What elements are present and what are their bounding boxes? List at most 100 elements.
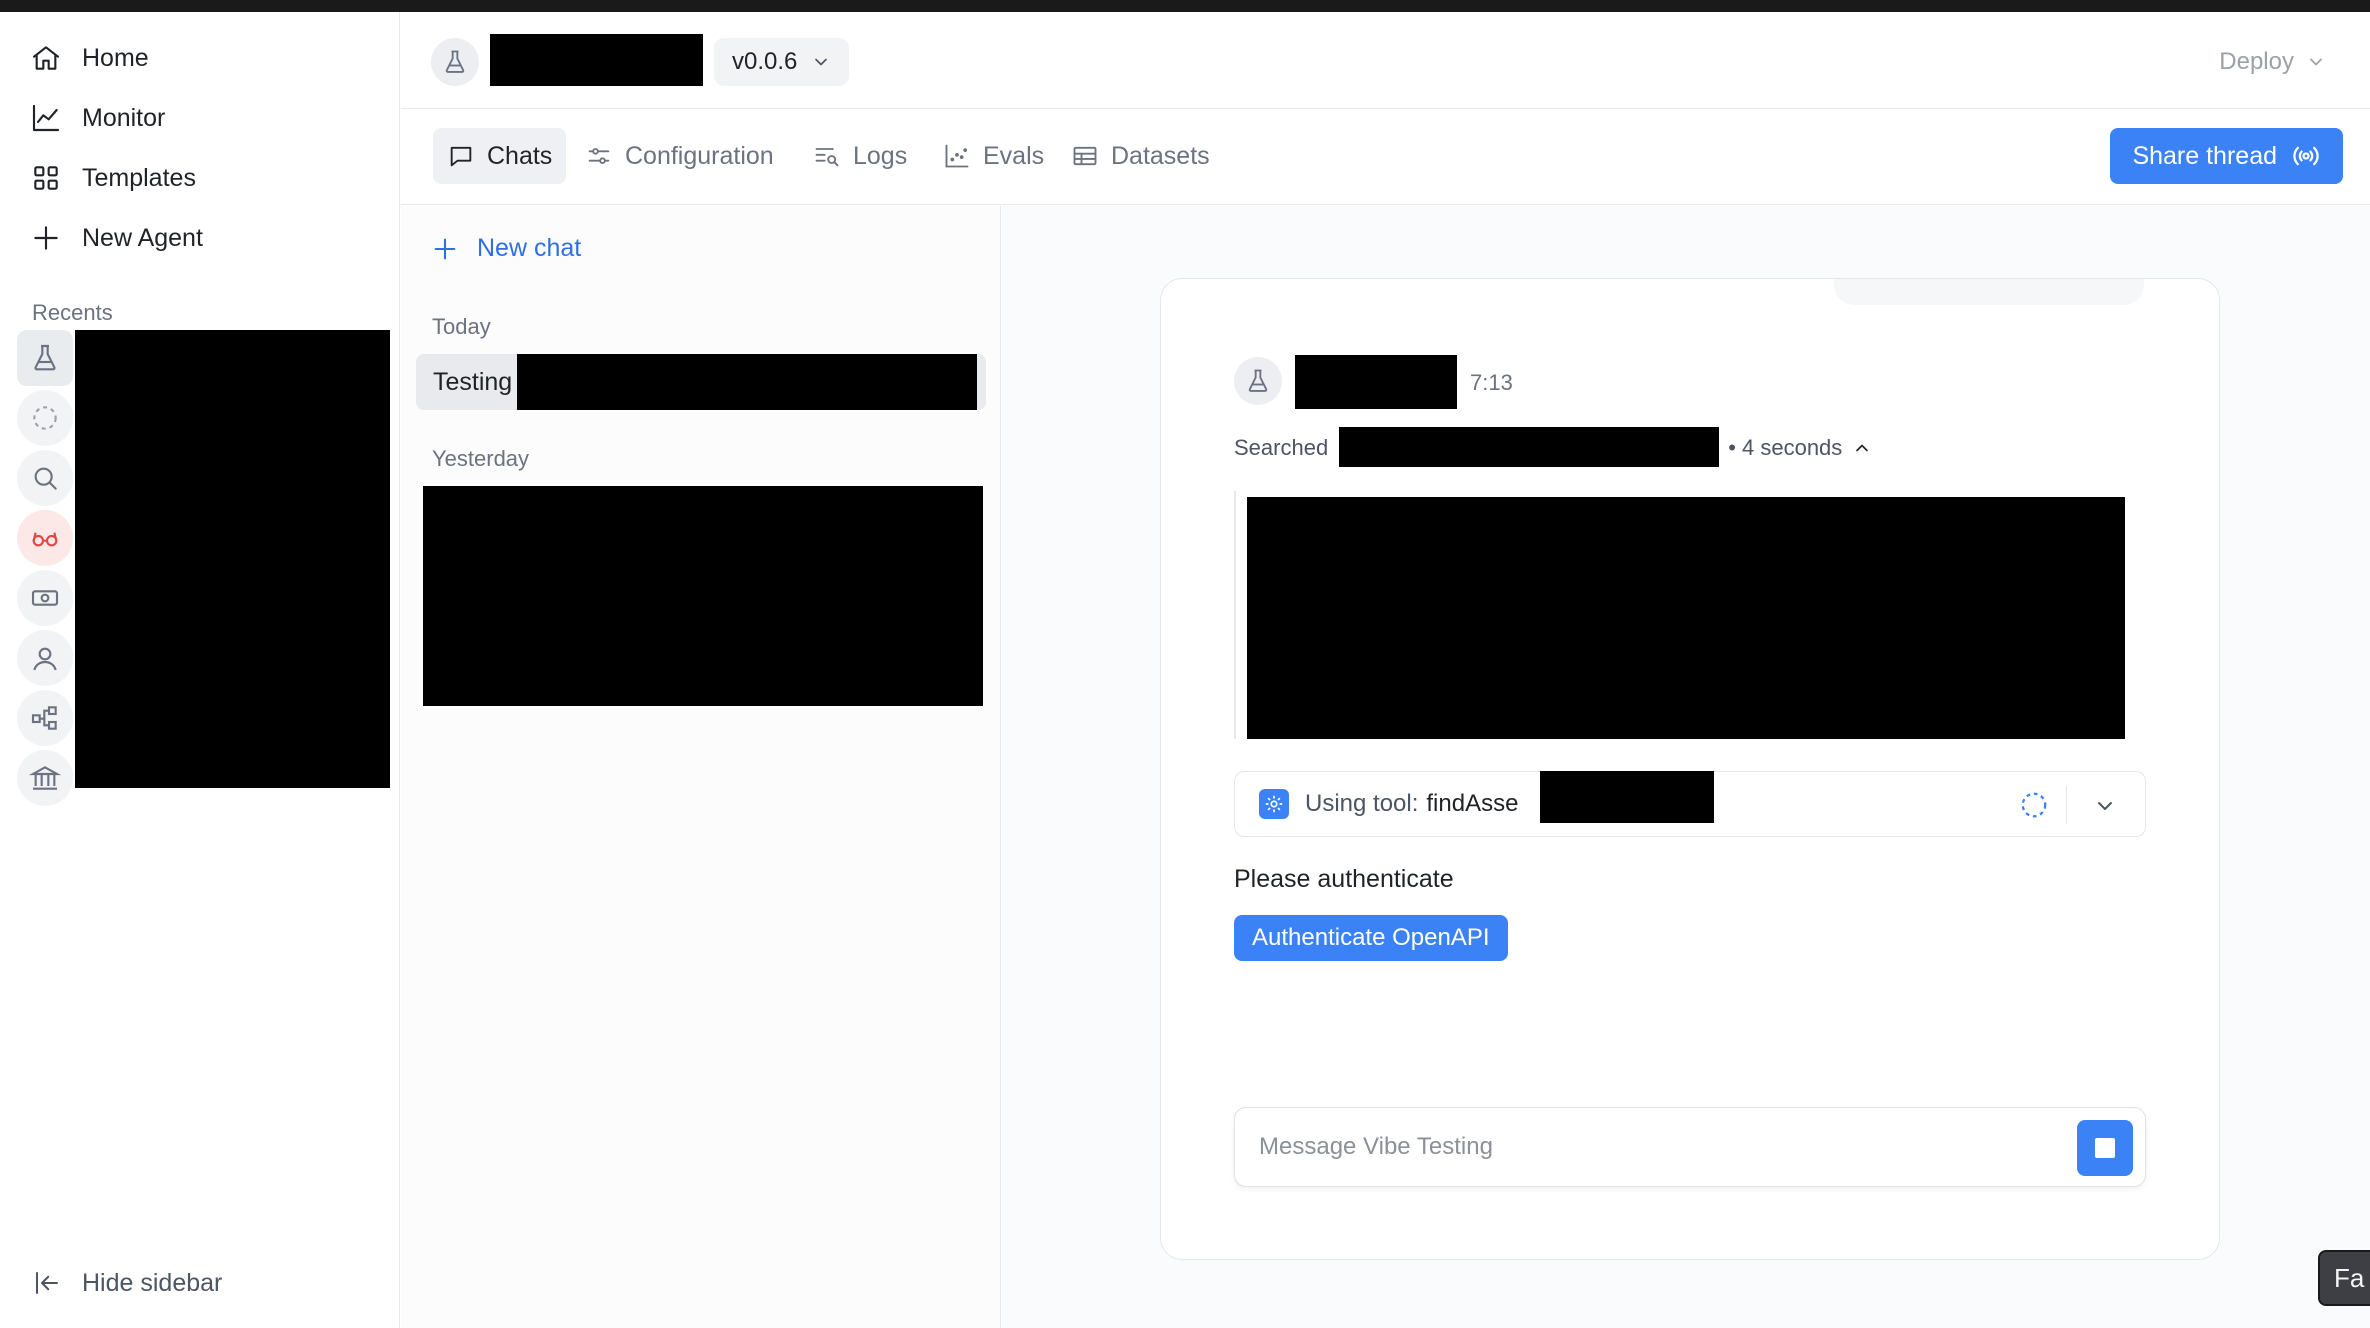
search-icon: [34, 467, 57, 490]
flask-icon: [1248, 369, 1268, 392]
window-top-strip: [0, 0, 2370, 12]
chat-card: 7:13 Searched • 4 seconds Using tool: fi…: [1160, 278, 2220, 1260]
stop-button[interactable]: [2077, 1120, 2133, 1176]
redacted-search-results: [1247, 497, 2125, 739]
group-yesterday-label: Yesterday: [432, 446, 530, 471]
corner-tab[interactable]: Fa: [2318, 1250, 2370, 1306]
searched-label: Searched: [1234, 435, 1329, 460]
nav-new-agent-label: New Agent: [82, 223, 203, 252]
message-time: 7:13: [1470, 370, 1513, 395]
chevron-down-icon[interactable]: [2093, 794, 2117, 818]
previous-message-bubble: [1834, 279, 2144, 305]
hide-sidebar-label: Hide sidebar: [82, 1268, 223, 1297]
new-chat-label: New chat: [477, 234, 582, 262]
nav-home-label: Home: [82, 43, 149, 72]
home-icon: [32, 46, 60, 70]
message-composer: [1234, 1107, 2146, 1187]
share-thread-button[interactable]: Share thread: [2110, 128, 2343, 184]
assistant-avatar: [1234, 357, 1282, 405]
recent-agent-3[interactable]: [17, 450, 73, 506]
tab-evals[interactable]: Evals: [929, 128, 1058, 184]
recent-agent-2[interactable]: [17, 390, 73, 446]
flask-icon: [34, 344, 56, 371]
search-duration-toggle[interactable]: • 4 seconds: [1728, 435, 1872, 461]
tab-datasets-label: Datasets: [1111, 141, 1210, 170]
recent-agent-5[interactable]: [17, 570, 73, 626]
flow-icon: [31, 706, 57, 730]
redacted-assistant-name: [1295, 355, 1457, 409]
redacted-yesterday-chats: [423, 486, 983, 706]
chat-list-panel: New chat Today Testing Yesterday: [401, 206, 1001, 1328]
bank-icon: [29, 766, 61, 790]
redacted-search-query: [1339, 427, 1719, 467]
logs-icon: [815, 148, 839, 167]
user-icon: [33, 647, 57, 671]
plus-icon: [434, 238, 456, 259]
grid-icon: [34, 166, 58, 190]
share-thread-label: Share thread: [2132, 141, 2277, 170]
agent-avatar: [431, 38, 479, 86]
chart-line-icon: [32, 104, 60, 132]
search-duration: • 4 seconds: [1728, 435, 1843, 460]
loading-spinner-icon: [2021, 792, 2047, 818]
recent-agent-4[interactable]: [17, 510, 73, 566]
conversation-area: 7:13 Searched • 4 seconds Using tool: fi…: [1002, 206, 2370, 1328]
chevron-down-icon: [815, 58, 828, 66]
sliders-icon: [588, 148, 610, 164]
group-today-label: Today: [432, 314, 491, 339]
corner-tab-label: Fa: [2334, 1262, 2365, 1293]
message-input[interactable]: [1259, 1126, 2039, 1168]
recent-agent-7[interactable]: [17, 690, 73, 746]
deploy-button[interactable]: Deploy: [2219, 48, 2326, 76]
sidebar: Home Monitor Templates New Agent Recents…: [0, 12, 400, 1328]
authenticate-button[interactable]: Authenticate OpenAPI: [1234, 915, 1508, 961]
recent-agent-1[interactable]: [17, 330, 73, 386]
nav-home[interactable]: Home: [30, 36, 149, 80]
tab-logs[interactable]: Logs: [799, 128, 921, 184]
new-chat-button[interactable]: New chat: [431, 234, 581, 263]
tool-divider: [2066, 786, 2067, 824]
auth-prompt: Please authenticate: [1234, 865, 1454, 893]
recent-agent-8[interactable]: [17, 750, 73, 806]
tab-configuration-label: Configuration: [625, 141, 774, 170]
tab-datasets[interactable]: Datasets: [1057, 128, 1224, 184]
version-select[interactable]: v0.0.6: [714, 38, 850, 86]
chat-item-title: Testing: [433, 367, 513, 396]
chat-bubble-icon: [450, 146, 472, 167]
table-icon: [1073, 146, 1097, 166]
cash-icon: [31, 590, 59, 606]
nav-monitor-label: Monitor: [82, 103, 166, 132]
chevron-down-icon: [2310, 58, 2322, 66]
redacted-recents: [75, 330, 390, 788]
header: v0.0.6 Deploy: [401, 12, 2370, 109]
recents-label: Recents: [32, 300, 113, 325]
plus-icon: [34, 226, 58, 250]
hide-sidebar-button[interactable]: Hide sidebar: [32, 1268, 222, 1298]
nav-new-agent[interactable]: New Agent: [30, 216, 203, 260]
tool-prefix: Using tool:: [1305, 790, 1419, 817]
chevron-up-icon: [1856, 444, 1869, 452]
version-label: v0.0.6: [732, 48, 798, 75]
nav-monitor[interactable]: Monitor: [30, 96, 165, 140]
stop-icon: [2095, 1138, 2115, 1158]
nav-templates[interactable]: Templates: [30, 156, 196, 200]
deploy-label: Deploy: [2219, 48, 2294, 75]
tool-name: findAsse: [1426, 790, 1519, 817]
dashed-circle-icon: [33, 406, 57, 430]
collapse-left-icon: [36, 1272, 58, 1294]
glasses-icon: [32, 532, 58, 547]
tab-configuration[interactable]: Configuration: [571, 128, 788, 184]
tab-chats-label: Chats: [487, 141, 553, 170]
nav-templates-label: Templates: [82, 163, 196, 192]
redacted-chat-title: [517, 354, 977, 410]
tab-evals-label: Evals: [983, 141, 1045, 170]
tab-bar: Chats Configuration Logs Evals Datasets …: [401, 110, 2370, 205]
redacted-agent-name: [490, 34, 703, 86]
gear-icon: [1259, 789, 1289, 819]
flask-icon: [445, 50, 465, 73]
tab-chats[interactable]: Chats: [433, 128, 567, 184]
scatter-icon: [945, 144, 969, 168]
tab-logs-label: Logs: [853, 141, 908, 170]
redacted-tool-name: [1540, 771, 1714, 823]
recent-agent-6[interactable]: [17, 630, 73, 686]
